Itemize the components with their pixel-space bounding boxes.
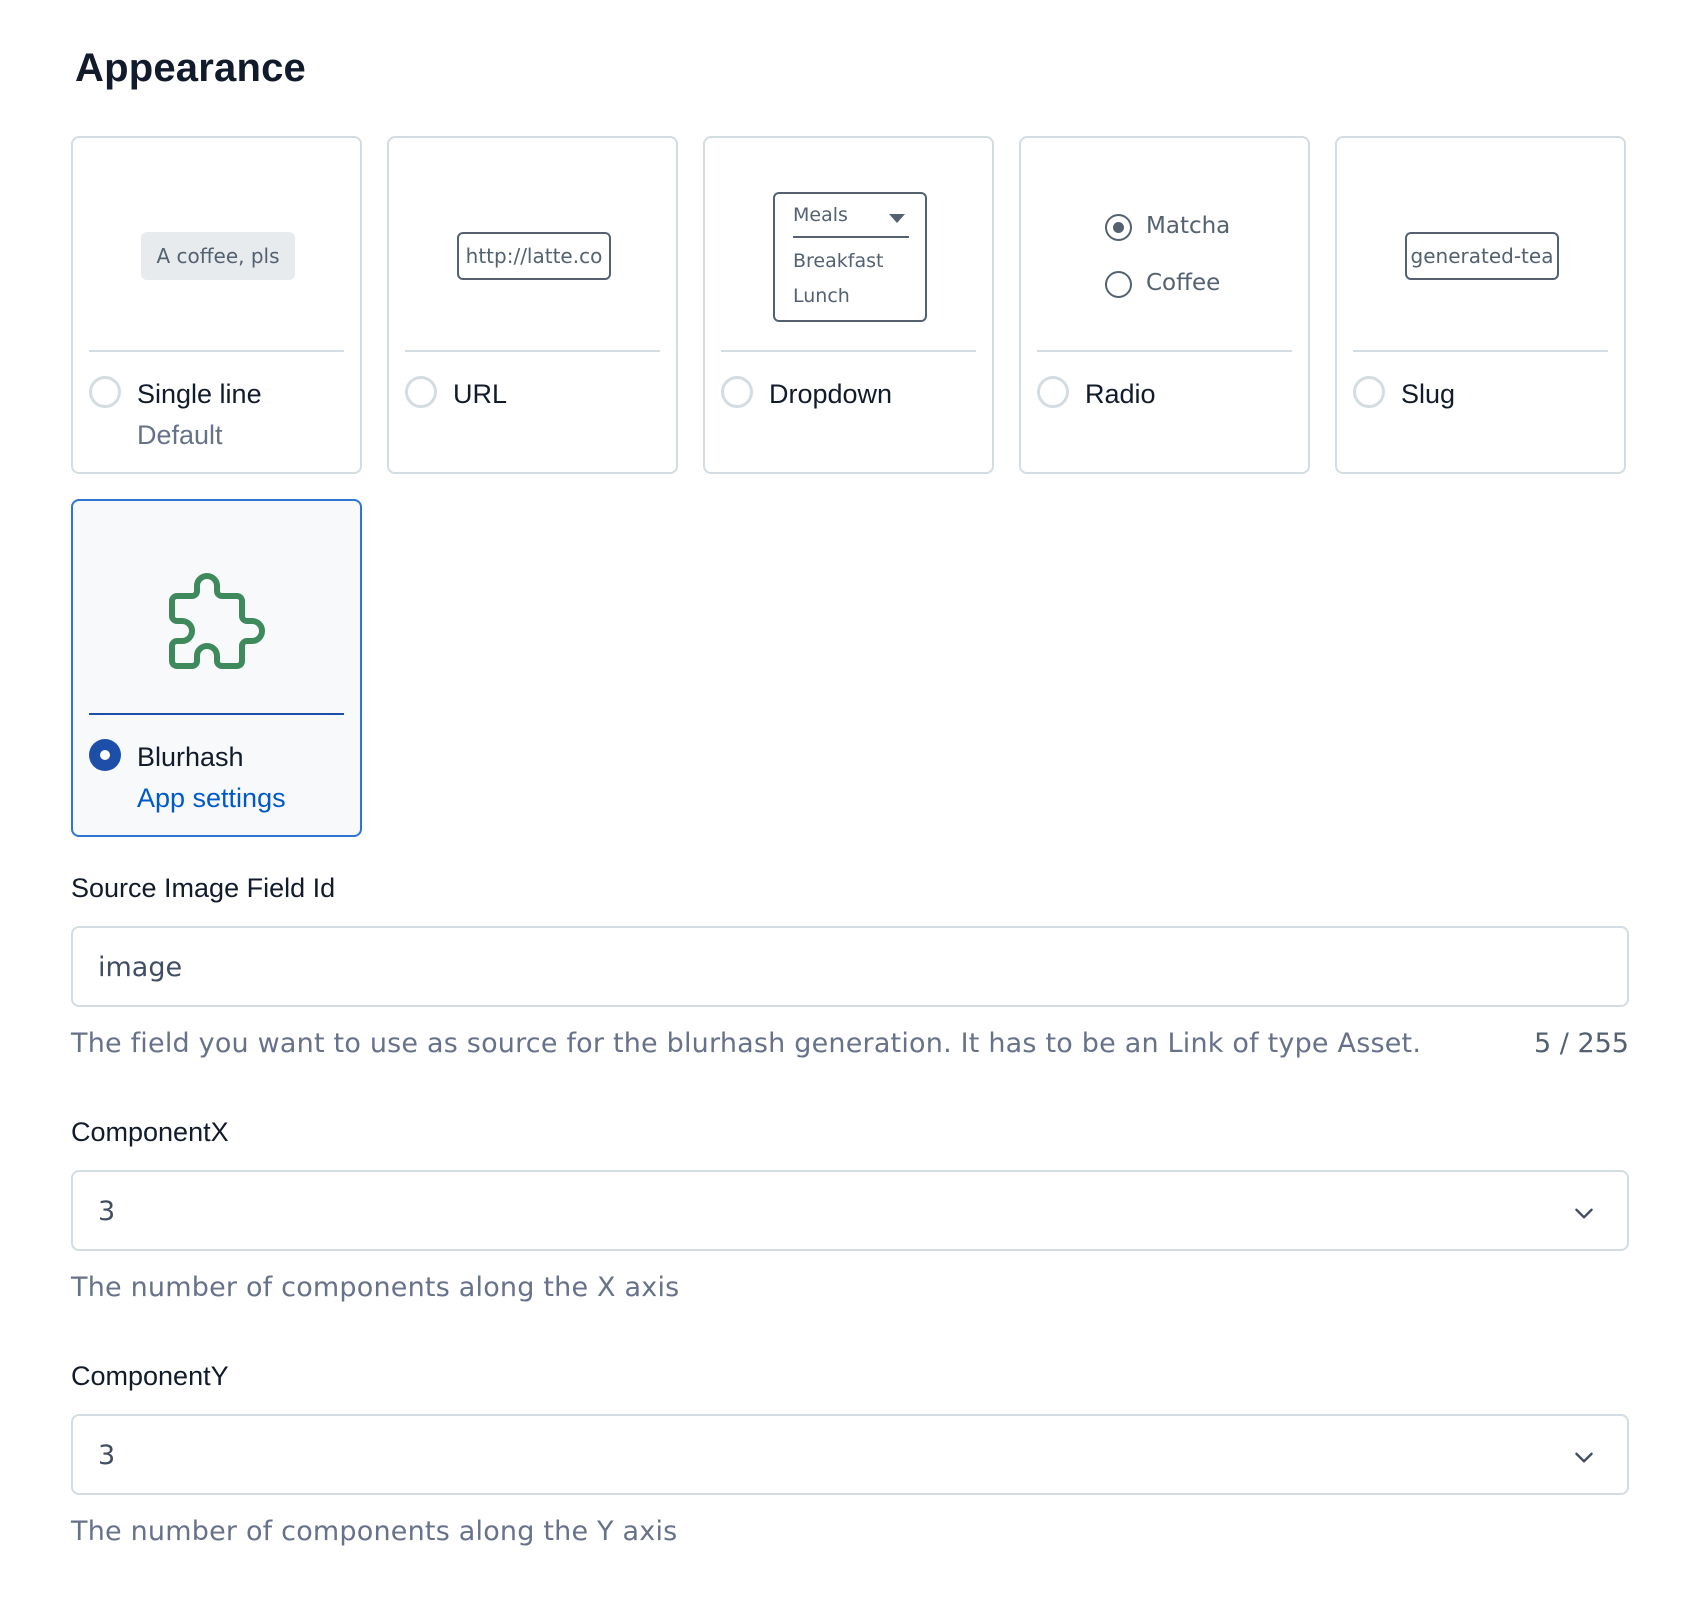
component-y-select[interactable]: 3	[71, 1414, 1629, 1495]
dropdown-preview-option: Lunch	[793, 285, 850, 307]
source-image-value: image	[98, 952, 183, 983]
section-title: Appearance	[75, 46, 306, 90]
appearance-radio[interactable]	[405, 376, 437, 408]
appearance-title: Blurhash	[137, 742, 244, 772]
radio-unchecked-icon	[1105, 271, 1132, 298]
radio-checked-icon	[1105, 214, 1132, 241]
app-settings-link[interactable]: App settings	[137, 783, 286, 814]
radio-preview-label: Matcha	[1146, 213, 1231, 239]
card-preview: generated-tea	[1337, 138, 1624, 350]
appearance-radio-checked[interactable]	[89, 739, 121, 771]
component-x-value: 3	[98, 1196, 116, 1227]
appearance-radio[interactable]	[1037, 376, 1069, 408]
radio-preview-label: Coffee	[1146, 270, 1221, 296]
caret-down-icon	[889, 214, 905, 223]
dropdown-preview-header: Meals	[793, 204, 909, 238]
appearance-title: Slug	[1401, 379, 1456, 409]
card-divider	[721, 350, 976, 352]
component-y-label: ComponentY	[71, 1361, 229, 1391]
appearance-title: Radio	[1085, 379, 1156, 409]
appearance-card-blurhash[interactable]: Blurhash App settings	[71, 499, 362, 837]
appearance-title: Dropdown	[769, 379, 893, 409]
url-preview: http://latte.co	[457, 232, 611, 280]
card-divider	[89, 713, 344, 715]
card-preview	[73, 501, 360, 713]
chevron-down-icon	[1575, 1452, 1593, 1463]
source-image-label: Source Image Field Id	[71, 873, 336, 903]
card-divider	[89, 350, 344, 352]
component-y-value: 3	[98, 1440, 116, 1471]
component-x-label: ComponentX	[71, 1117, 229, 1147]
card-preview: http://latte.co	[389, 138, 676, 350]
appearance-card-single-line[interactable]: A coffee, pls Single line Default	[71, 136, 362, 474]
appearance-card-dropdown[interactable]: Meals Breakfast Lunch Dropdown	[703, 136, 994, 474]
single-line-preview: A coffee, pls	[141, 232, 295, 280]
card-preview: Matcha Coffee	[1021, 138, 1308, 350]
slug-preview: generated-tea	[1405, 232, 1559, 280]
appearance-card-radio[interactable]: Matcha Coffee Radio	[1019, 136, 1310, 474]
appearance-card-slug[interactable]: generated-tea Slug	[1335, 136, 1626, 474]
component-y-help: The number of components along the Y axi…	[71, 1516, 678, 1547]
card-divider	[1037, 350, 1292, 352]
appearance-radio[interactable]	[1353, 376, 1385, 408]
component-x-select[interactable]: 3	[71, 1170, 1629, 1251]
source-image-input[interactable]: image	[71, 926, 1629, 1007]
appearance-title: URL	[453, 379, 508, 409]
card-preview: Meals Breakfast Lunch	[705, 138, 992, 350]
card-divider	[1353, 350, 1608, 352]
dropdown-preview-option: Breakfast	[793, 250, 884, 272]
appearance-title: Single line	[137, 379, 262, 409]
component-x-help: The number of components along the X axi…	[71, 1272, 680, 1303]
dropdown-preview-header-label: Meals	[793, 204, 848, 226]
appearance-card-url[interactable]: http://latte.co URL	[387, 136, 678, 474]
card-divider	[405, 350, 660, 352]
card-preview: A coffee, pls	[73, 138, 360, 350]
appearance-radio[interactable]	[721, 376, 753, 408]
source-image-help: The field you want to use as source for …	[71, 1028, 1422, 1059]
puzzle-piece-icon	[169, 573, 265, 669]
dropdown-preview: Meals Breakfast Lunch	[773, 192, 927, 322]
appearance-radio[interactable]	[89, 376, 121, 408]
appearance-default-label: Default	[137, 420, 223, 450]
chevron-down-icon	[1575, 1208, 1593, 1219]
character-counter: 5 / 255	[1534, 1028, 1629, 1059]
appearance-settings-page: Appearance A coffee, pls Single line Def…	[0, 0, 1692, 1600]
